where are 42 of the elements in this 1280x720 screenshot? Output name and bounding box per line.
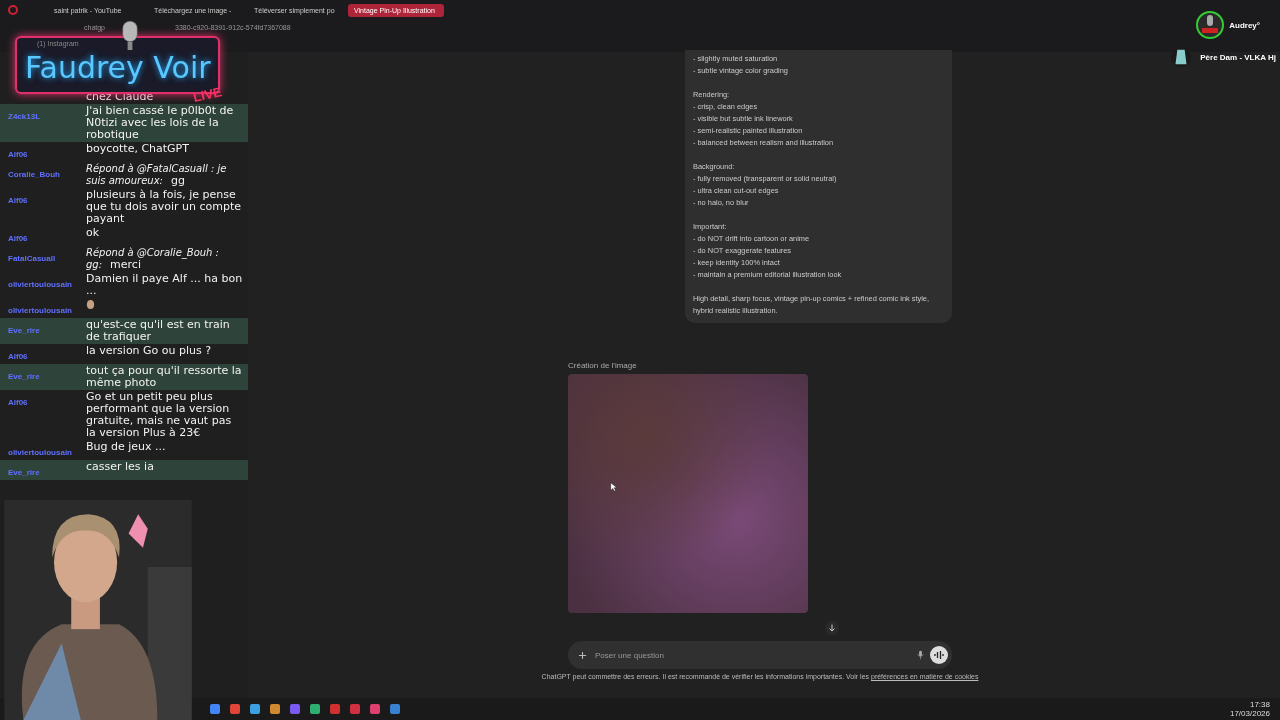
input-field[interactable]: Poser une question [593,649,911,661]
chat-text: Bug de jeux ... [86,440,166,453]
chat-text: Damien il paye Alf ... ha bon ... [86,272,243,297]
avatar-icon[interactable] [1195,10,1226,40]
channel-name: Père Dam - VLKA Hj [1200,52,1276,62]
chat-text: Répond à @FatalCasuall : je suis amoureux: gg [86,162,227,187]
chat-text: boycotte, ChatGPT [86,142,189,155]
chat-username: Alf06 [8,398,28,407]
chat-username: Alf06 [8,352,28,361]
plus-icon[interactable] [578,650,587,660]
live-label: LIVE [191,84,224,105]
image-status: Création de l'image [568,361,638,370]
chat-text: tout ça pour qu'il ressorte la même photo [86,364,242,389]
cursor-icon [610,482,617,492]
chat-username: Alf06 [8,196,28,205]
composer-field[interactable]: Poser une question [568,641,952,669]
chat-username: Eve_rire [8,326,40,335]
chat-username: Alf06 [8,150,28,159]
chat-username: oliviertoulousain [8,306,72,315]
chat-username: Alf06 [8,234,28,243]
chat-text: la version Go ou plus ? [86,344,212,357]
clock-date: 17/03/2026 [1229,709,1270,718]
chat-username: Coralie_Bouh [8,170,60,179]
logo-text: Faudrey Voir [25,50,211,85]
chat-username: FatalCasuall [8,254,56,263]
chat-text: Répond à @Coralie_Bouh : gg: merci [86,246,219,271]
scroll-down-button[interactable] [825,621,839,635]
emoji-icon [86,299,95,310]
profile-name: Audrey° [1229,20,1260,30]
microphone-icon[interactable] [917,650,924,660]
chat-username: oliviertoulousain [8,280,72,289]
browser-logo-icon[interactable] [8,5,18,15]
chat-username: Eve_rire [8,468,40,477]
clock-time: 17:38 [1249,700,1270,709]
chat-username: Eve_rire [8,372,40,381]
channel-avatar-icon[interactable] [1170,46,1193,68]
chat-username: oliviertoulousain [8,448,72,457]
chat-text: ok [86,226,100,239]
chat-text: casser les ia [86,460,154,473]
chat-text: Go et un petit peu plus performant que la version gratuite, mais ne vaut pas la version Plus à 23€ [86,390,232,439]
voice-button[interactable] [930,646,948,664]
chat-username: Z4ck13L [8,112,41,121]
